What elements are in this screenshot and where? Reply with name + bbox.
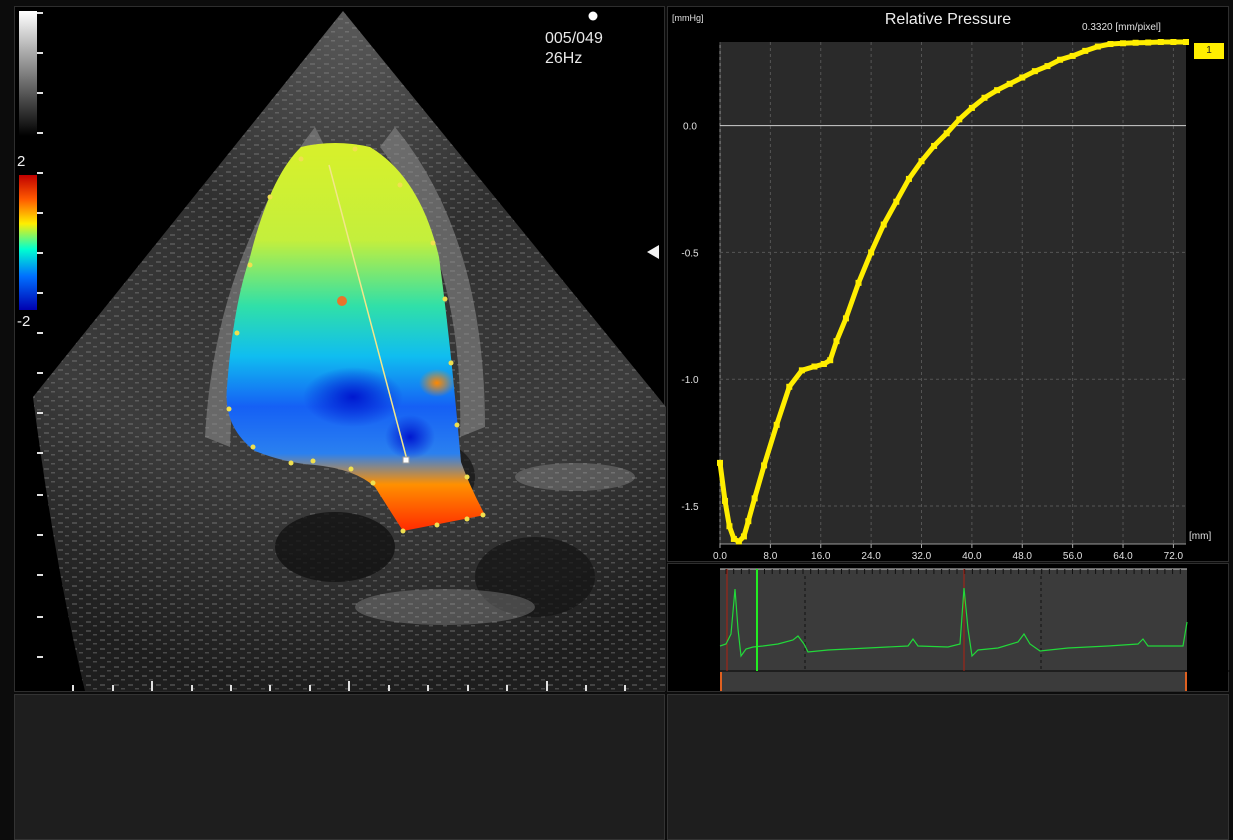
frame-rate: 26Hz	[545, 50, 583, 67]
relative-pressure-panel: Relative Pressure 0.3320 [mm/pixel] [mmH…	[667, 6, 1229, 562]
y-tick-label: -1.5	[681, 502, 699, 513]
center-marker[interactable]	[337, 296, 347, 306]
data-point	[1120, 40, 1127, 47]
data-point	[1031, 68, 1038, 75]
echo-image	[19, 11, 666, 691]
data-point	[1044, 63, 1051, 70]
plot-area	[720, 42, 1186, 544]
y-tick-labels: 0.0 -0.5 -1.0 -1.5	[681, 122, 699, 513]
data-point	[1157, 39, 1164, 45]
data-point	[1006, 80, 1013, 87]
x-tick-label: 72.0	[1164, 551, 1184, 562]
data-point	[880, 221, 887, 228]
data-point	[893, 198, 900, 205]
range-end-handle[interactable]	[1185, 672, 1187, 691]
data-point	[1082, 47, 1089, 54]
x-tick-label: 56.0	[1063, 551, 1083, 562]
data-point	[868, 249, 875, 256]
x-tick-label: 16.0	[811, 551, 831, 562]
empty-panel-right	[667, 694, 1229, 840]
range-start-handle[interactable]	[720, 672, 722, 691]
empty-panel-left	[14, 694, 665, 840]
data-point	[773, 421, 780, 428]
data-point	[811, 363, 818, 370]
y-tick-label: -1.0	[681, 375, 699, 386]
x-tick-label: 0.0	[713, 551, 727, 562]
data-point	[786, 383, 793, 390]
frame-pointer-icon[interactable]	[647, 245, 659, 259]
colorbar-max-label: 2	[17, 153, 26, 170]
data-point	[820, 360, 827, 367]
data-point	[1057, 56, 1064, 63]
data-point	[726, 523, 733, 530]
grayscale-bar	[19, 11, 37, 136]
echo-viewport[interactable]: 2 -2 005/049 26Hz	[14, 6, 666, 692]
data-point	[761, 462, 768, 469]
data-point	[751, 495, 758, 502]
depth-scale	[37, 12, 43, 658]
data-point	[1107, 41, 1114, 48]
data-point	[717, 459, 723, 466]
x-tick-label: 40.0	[962, 551, 982, 562]
orientation-dot	[588, 11, 598, 21]
data-point	[827, 357, 834, 364]
data-point	[981, 94, 988, 101]
ecg-panel[interactable]	[667, 563, 1230, 692]
data-point	[1132, 39, 1139, 46]
data-point	[943, 130, 950, 137]
x-tick-label: 24.0	[861, 551, 881, 562]
x-tick-label: 32.0	[912, 551, 932, 562]
data-point	[1019, 74, 1026, 81]
frame-counter: 005/049	[545, 30, 603, 47]
data-point	[918, 158, 925, 165]
axis-handle[interactable]	[402, 456, 410, 464]
data-point	[855, 279, 862, 286]
x-tick-label: 48.0	[1013, 551, 1033, 562]
data-point	[968, 104, 975, 111]
data-point	[931, 142, 938, 149]
data-point	[842, 315, 849, 322]
data-point	[722, 497, 729, 504]
data-point	[1170, 39, 1177, 45]
data-point	[1145, 39, 1152, 46]
y-tick-label: 0.0	[683, 122, 697, 133]
data-point	[1094, 43, 1101, 50]
y-tick-label: -0.5	[681, 248, 699, 259]
data-point	[905, 175, 912, 182]
x-tick-label: 64.0	[1113, 551, 1133, 562]
data-point	[1069, 52, 1076, 59]
data-point	[994, 87, 1001, 94]
data-point	[1183, 39, 1189, 45]
pressure-chart: 0.0 8.0 16.0 24.0 32.0 40.0 48.0 56.0 64.0 72.0 0…	[681, 39, 1189, 562]
ecg-strip	[668, 568, 1230, 691]
data-point	[740, 533, 747, 540]
colorbar-min-label: -2	[17, 313, 31, 330]
data-point	[798, 367, 805, 374]
data-point	[833, 338, 840, 345]
velocity-color-bar	[19, 175, 37, 310]
x-tick-label: 8.0	[763, 551, 777, 562]
x-tick-labels: 0.0 8.0 16.0 24.0 32.0 40.0 48.0 56.0 64.0 72.0	[713, 551, 1184, 562]
data-point	[745, 518, 752, 525]
data-point	[956, 116, 963, 123]
